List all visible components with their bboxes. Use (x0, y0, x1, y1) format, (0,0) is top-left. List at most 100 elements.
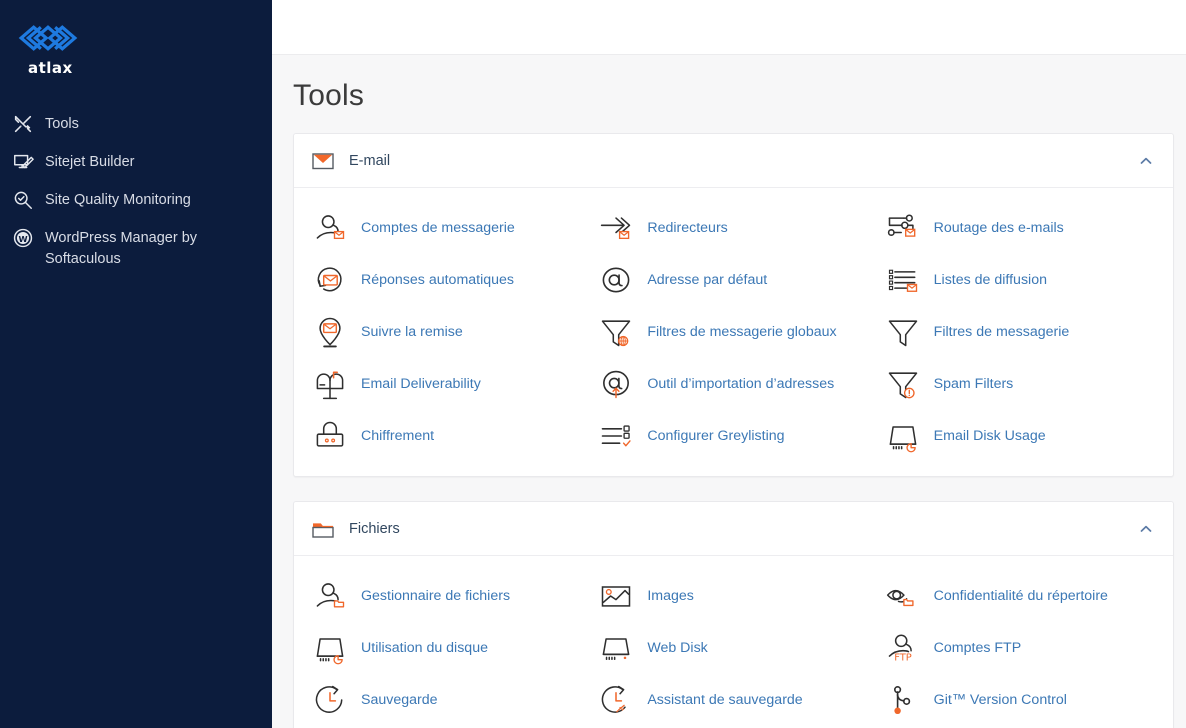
tool-label: Suivre la remise (361, 323, 463, 340)
tool-comptes-de-messagerie[interactable]: Comptes de messagerie (304, 202, 590, 254)
main-area: Tools E-mail Comptes de messagerie Redir… (272, 0, 1186, 728)
tool-label: Sauvegarde (361, 691, 438, 708)
brand-logo[interactable]: atlax (0, 0, 272, 87)
atlax-chain-logo-icon (18, 25, 78, 51)
top-bar (272, 0, 1186, 55)
section-header-files[interactable]: Fichiers (294, 502, 1173, 556)
tool-label: Git™ Version Control (933, 691, 1067, 708)
user-mail-icon (316, 215, 345, 240)
global-filter-icon (602, 320, 631, 347)
tool-label: Réponses automatiques (361, 271, 515, 288)
user-folder-icon (316, 583, 345, 608)
tool-listes-de-diffusion[interactable]: Listes de diffusion (877, 254, 1163, 306)
tool-redirecteurs[interactable]: Redirecteurs (590, 202, 876, 254)
tool-filtres-de-messagerie[interactable]: Filtres de messagerie (877, 306, 1163, 358)
encryption-lock-icon (316, 421, 344, 447)
magnifier-check-icon (14, 191, 32, 209)
tool-label: Utilisation du disque (361, 639, 488, 656)
brand-name: atlax (28, 59, 73, 77)
tool-label: Adresse par défaut (647, 271, 768, 288)
wordpress-icon: W (13, 228, 33, 248)
sidebar-item-label: Sitejet Builder (45, 154, 135, 170)
autoresponder-icon (317, 267, 342, 292)
sidebar: atlax Tools Sitejet Builder Site Quality… (0, 0, 272, 728)
sidebar-nav: Tools Sitejet Builder Site Quality Monit… (0, 105, 272, 278)
routing-mail-icon (887, 214, 916, 237)
eye-folder-icon (886, 589, 914, 607)
backup-clock-icon (315, 685, 343, 713)
sidebar-item-label: WordPress Manager by Softaculous (45, 230, 198, 267)
track-delivery-pin-icon (319, 317, 341, 348)
tool-chiffrement[interactable]: Chiffrement (304, 410, 590, 462)
sidebar-item-wordpress-manager[interactable]: W WordPress Manager by Softaculous (0, 219, 272, 278)
tool-label: Configurer Greylisting (647, 427, 785, 444)
spam-filter-icon (888, 372, 917, 399)
tool-sauvegarde[interactable]: Sauvegarde (304, 674, 590, 726)
arrow-forward-mail-icon (601, 217, 631, 240)
envelope-orange-icon (312, 152, 334, 169)
svg-text:W: W (18, 234, 27, 244)
tool-label: Email Disk Usage (933, 427, 1046, 444)
tool-web-disk[interactable]: Web Disk (590, 622, 876, 674)
tool-label: Routage des e-mails (933, 219, 1064, 236)
email-disk-usage-icon (889, 426, 917, 453)
tool-label: Outil d’importation d’adresses (647, 375, 835, 392)
tool-spam-filters[interactable]: Spam Filters (877, 358, 1163, 410)
filter-icon (888, 320, 917, 347)
tool-label: Assistant de sauvegarde (647, 691, 803, 708)
monitor-pen-icon (14, 154, 34, 169)
section-card-files: Fichiers Gestionnaire de fichiers Images… (293, 501, 1174, 728)
section-title: Fichiers (349, 520, 400, 537)
tool-label: Comptes FTP (933, 639, 1022, 656)
sidebar-item-sitejet-builder[interactable]: Sitejet Builder (0, 143, 272, 181)
chevron-up-icon[interactable] (1138, 521, 1154, 537)
tool-assistant-de-sauvegarde[interactable]: Assistant de sauvegarde (590, 674, 876, 726)
page-title: Tools (293, 79, 365, 112)
tool-label: Listes de diffusion (933, 271, 1047, 288)
tool-adresse-par-defaut[interactable]: Adresse par défaut (590, 254, 876, 306)
section-header-email[interactable]: E-mail (294, 134, 1173, 188)
tool-label: Spam Filters (933, 375, 1014, 392)
tool-routage-des-emails[interactable]: Routage des e-mails (877, 202, 1163, 254)
content-scroll: Tools E-mail Comptes de messagerie Redir… (272, 55, 1186, 728)
section-items-files: Gestionnaire de fichiers Images Confiden… (294, 556, 1173, 728)
tool-label: Email Deliverability (361, 375, 481, 392)
section-card-email: E-mail Comptes de messagerie Redirecteur… (293, 133, 1174, 477)
tool-utilisation-du-disque[interactable]: Utilisation du disque (304, 622, 590, 674)
mailbox-icon (316, 371, 344, 400)
greylisting-toggle-icon (602, 425, 631, 447)
sidebar-item-site-quality-monitoring[interactable]: Site Quality Monitoring (0, 181, 272, 219)
chevron-up-icon[interactable] (1138, 153, 1154, 169)
mailing-list-icon (888, 269, 917, 292)
tool-confidentialite-du-repertoire[interactable]: Confidentialité du répertoire (877, 570, 1163, 622)
tool-label: Gestionnaire de fichiers (361, 587, 511, 604)
tool-label: Filtres de messagerie (933, 323, 1070, 340)
tool-suivre-la-remise[interactable]: Suivre la remise (304, 306, 590, 358)
svg-text:FTP: FTP (894, 653, 912, 664)
section-items-email: Comptes de messagerie Redirecteurs Routa… (294, 188, 1173, 476)
backup-wizard-icon (602, 685, 627, 713)
sidebar-item-label: Tools (45, 116, 79, 132)
tool-comptes-ftp[interactable]: FTP Comptes FTP (877, 622, 1163, 674)
tool-label: Confidentialité du répertoire (933, 587, 1108, 604)
tool-filtres-de-messagerie-globaux[interactable]: Filtres de messagerie globaux (590, 306, 876, 358)
tool-outil-importation-adresses[interactable]: Outil d’importation d’adresses (590, 358, 876, 410)
sidebar-item-tools[interactable]: Tools (0, 105, 272, 143)
at-sign-icon (602, 267, 630, 293)
tool-email-disk-usage[interactable]: Email Disk Usage (877, 410, 1163, 462)
tool-git-version-control[interactable]: Git™ Version Control (877, 674, 1163, 726)
tool-label: Web Disk (647, 639, 708, 656)
tool-label: Comptes de messagerie (361, 219, 515, 236)
tool-images[interactable]: Images (590, 570, 876, 622)
tool-label: Chiffrement (361, 427, 435, 444)
tool-configurer-greylisting[interactable]: Configurer Greylisting (590, 410, 876, 462)
section-title: E-mail (349, 152, 391, 169)
git-branch-icon (893, 686, 910, 715)
folder-orange-icon (312, 522, 334, 538)
tool-label: Redirecteurs (647, 219, 728, 236)
image-icon (602, 586, 631, 607)
tool-email-deliverability[interactable]: Email Deliverability (304, 358, 590, 410)
at-import-icon (603, 370, 630, 399)
tool-reponses-automatiques[interactable]: Réponses automatiques (304, 254, 590, 306)
tool-gestionnaire-de-fichiers[interactable]: Gestionnaire de fichiers (304, 570, 590, 622)
